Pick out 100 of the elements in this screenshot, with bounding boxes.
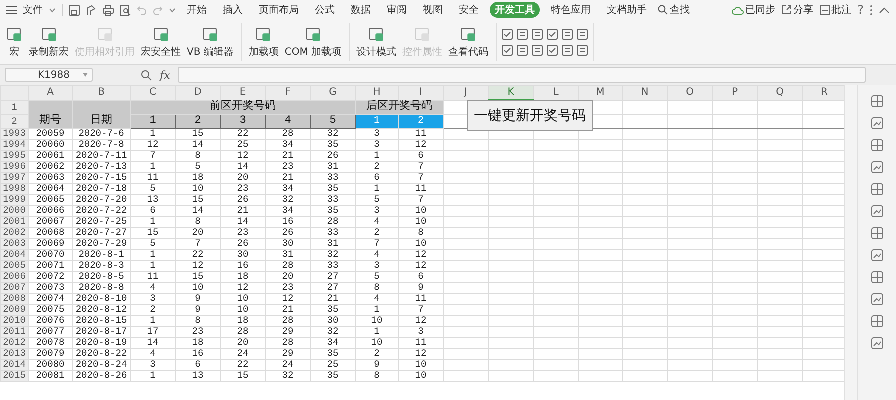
print-preview-icon[interactable] xyxy=(120,4,131,16)
column-header[interactable]: E xyxy=(220,86,266,100)
menu-icon[interactable] xyxy=(6,6,17,14)
column-header[interactable]: D xyxy=(176,86,220,100)
comment-button[interactable]: 批注 xyxy=(820,3,852,17)
print-icon[interactable] xyxy=(103,4,114,16)
ribbon-tab[interactable]: 安全 xyxy=(454,2,484,18)
row-number[interactable]: 2 xyxy=(0,114,28,128)
column-header[interactable]: P xyxy=(712,86,758,100)
ribbon-tab[interactable]: 开始 xyxy=(182,2,212,18)
row-number[interactable]: 2014 xyxy=(0,360,28,370)
ribbon-button[interactable]: 加载项 xyxy=(246,26,281,58)
ribbon-tab[interactable]: 开发工具 xyxy=(490,2,540,18)
table-cell: 2020-7-11 xyxy=(72,150,130,162)
row-number[interactable]: 1 xyxy=(0,100,28,114)
table-cell: 18 xyxy=(220,272,266,282)
ribbon-button[interactable]: 录制新宏 xyxy=(27,26,71,58)
row-number[interactable]: 1999 xyxy=(0,194,28,206)
help-button[interactable]: ? xyxy=(858,3,864,17)
column-header[interactable]: M xyxy=(578,86,622,100)
table-cell: 9 xyxy=(398,282,444,294)
row-number[interactable]: 2012 xyxy=(0,338,28,348)
table-cell: 34 xyxy=(266,206,310,216)
row-number[interactable]: 1995 xyxy=(0,150,28,162)
ribbon-tab[interactable]: 插入 xyxy=(218,2,248,18)
row-number[interactable]: 2011 xyxy=(0,326,28,338)
ribbon-button[interactable]: 宏 xyxy=(4,26,25,58)
column-header[interactable]: B xyxy=(72,86,130,100)
column-header[interactable]: K xyxy=(488,86,534,100)
row-number[interactable]: 2009 xyxy=(0,304,28,316)
caret-icon[interactable] xyxy=(169,8,176,12)
name-box[interactable]: K1988 xyxy=(5,68,93,82)
column-header[interactable]: F xyxy=(266,86,310,100)
share-button[interactable]: 分享 xyxy=(782,3,814,17)
table-cell: 10 xyxy=(356,316,398,326)
column-header[interactable]: A xyxy=(28,86,72,100)
search-button[interactable]: 查找 xyxy=(658,3,690,17)
table-cell: 32 xyxy=(266,194,310,206)
column-header[interactable]: G xyxy=(310,86,356,100)
collapse-icon[interactable] xyxy=(879,6,890,14)
macro-button[interactable]: 一键更新开奖号码 xyxy=(467,100,593,131)
save-icon[interactable] xyxy=(69,4,80,16)
table-cell: 1 xyxy=(130,250,176,260)
list-box-icon[interactable] xyxy=(562,28,573,40)
row-number[interactable]: 2001 xyxy=(0,216,28,228)
row-number[interactable]: 1993 xyxy=(0,128,28,140)
column-header[interactable]: L xyxy=(534,86,578,100)
table-cell: 33 xyxy=(310,194,356,206)
table-cell: 35 xyxy=(310,348,356,360)
column-header[interactable]: C xyxy=(130,86,176,100)
ribbon-tab[interactable]: 特色应用 xyxy=(546,2,596,18)
table-cell: 20079 xyxy=(28,348,72,360)
table-cell: 11 xyxy=(398,294,444,304)
table-cell: 15 xyxy=(176,194,220,206)
column-header[interactable]: H xyxy=(356,86,398,100)
zoom-icon[interactable] xyxy=(141,70,152,80)
row-number[interactable]: 1997 xyxy=(0,172,28,184)
row-number[interactable]: 2015 xyxy=(0,370,28,382)
ribbon-tab[interactable]: 数据 xyxy=(346,2,376,18)
row-number[interactable]: 2006 xyxy=(0,272,28,282)
more-icon[interactable] xyxy=(870,4,873,16)
row-number[interactable]: 1998 xyxy=(0,184,28,194)
column-header[interactable]: O xyxy=(668,86,712,100)
ribbon-button[interactable]: 宏安全性 xyxy=(139,26,183,58)
table-cell: 10 xyxy=(176,184,220,194)
ribbon-tab[interactable]: 页面布局 xyxy=(254,2,304,18)
ribbon-button[interactable]: 设计模式 xyxy=(354,26,399,58)
column-header[interactable]: I xyxy=(398,86,444,100)
ribbon-button[interactable]: COM 加载项 xyxy=(282,26,344,58)
row-number[interactable]: 2013 xyxy=(0,348,28,360)
column-header[interactable]: J xyxy=(444,86,488,100)
ribbon-tab[interactable]: 审阅 xyxy=(382,2,412,18)
row-number[interactable]: 2002 xyxy=(0,228,28,238)
header-cell: 1 xyxy=(356,114,398,128)
ribbon-tab[interactable]: 视图 xyxy=(418,2,448,18)
row-number[interactable]: 1996 xyxy=(0,162,28,172)
row-number[interactable]: 2005 xyxy=(0,260,28,272)
scrollbar[interactable] xyxy=(844,85,858,400)
row-number[interactable]: 2000 xyxy=(0,206,28,216)
row-number[interactable]: 2008 xyxy=(0,294,28,304)
grid-icon[interactable] xyxy=(870,183,884,196)
ribbon-button[interactable]: 查看代码 xyxy=(446,26,491,58)
column-header[interactable]: R xyxy=(802,86,844,100)
ribbon-tab[interactable]: 公式 xyxy=(310,2,340,18)
formula-input[interactable] xyxy=(178,67,866,83)
caret-icon[interactable] xyxy=(49,8,56,12)
row-number[interactable]: 2003 xyxy=(0,238,28,250)
function-button[interactable]: fx xyxy=(160,68,170,82)
row-number[interactable]: 2004 xyxy=(0,250,28,260)
table-cell: 2020-7-22 xyxy=(72,206,130,216)
row-number[interactable]: 2007 xyxy=(0,282,28,294)
file-menu[interactable]: 文件 xyxy=(23,3,43,17)
row-number[interactable]: 2010 xyxy=(0,316,28,326)
sync-button[interactable]: 已同步 xyxy=(732,3,776,17)
row-number[interactable]: 1994 xyxy=(0,140,28,150)
checkbox-icon[interactable] xyxy=(502,28,513,40)
ribbon-button[interactable]: VB 编辑器 xyxy=(185,26,236,58)
ribbon-tab[interactable]: 文档助手 xyxy=(602,2,652,18)
column-header[interactable]: Q xyxy=(758,86,802,100)
column-header[interactable]: N xyxy=(622,86,668,100)
